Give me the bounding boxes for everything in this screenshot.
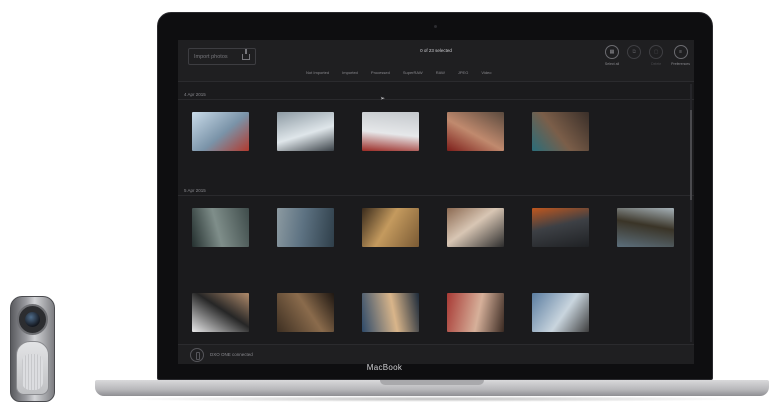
- photo-thumbnail-person-closeup[interactable]: [532, 112, 589, 151]
- date-header-1: 4 Apr 2015: [178, 90, 694, 100]
- dxo-one-camera: [10, 296, 55, 402]
- filter-raw[interactable]: RAW: [436, 70, 445, 75]
- laptop-model-label: MacBook: [366, 363, 403, 372]
- trash-icon: ▢: [649, 45, 664, 59]
- camera-lens: [25, 312, 40, 327]
- photo-thumbnail-golden-dunes[interactable]: [362, 208, 419, 247]
- connection-status-text: DXO ONE connected: [210, 352, 253, 357]
- photo-thumbnail-man-on-beach[interactable]: [532, 293, 589, 332]
- laptop-shadow: [110, 396, 754, 402]
- filter-video[interactable]: Video: [481, 70, 491, 75]
- filter-tabs: Not Imported Imported Processed SuperRAW…: [306, 70, 492, 75]
- toolbar: Import photos 0 of 23 selected Not Impor…: [178, 40, 694, 82]
- photo-thumbnail-bearded-climber-portrait[interactable]: [447, 112, 504, 151]
- mouse-cursor-icon: ➢: [380, 96, 386, 102]
- import-photos-label: Import photos: [194, 53, 228, 60]
- photo-thumbnail-pier-at-sunset[interactable]: [362, 293, 419, 332]
- camera-connection-icon: [190, 348, 204, 362]
- app-screen: Import photos 0 of 23 selected Not Impor…: [178, 40, 694, 364]
- photo-thumbnail-aerial-lava[interactable]: [532, 208, 589, 247]
- photo-thumbnail-jumping-in-snow[interactable]: [362, 112, 419, 151]
- stage: Import photos 0 of 23 selected Not Impor…: [0, 0, 769, 403]
- toolbar-actions: ▦ Select all ⧉ ▢ Delete ≡ Preferences: [605, 45, 690, 66]
- status-bar: DXO ONE connected: [178, 344, 694, 364]
- photo-thumbnail-glacier-landscape[interactable]: [277, 112, 334, 151]
- photo-thumbnail-couple-portrait[interactable]: [192, 293, 249, 332]
- photo-thumbnail-people-in-room[interactable]: [277, 293, 334, 332]
- copy-icon: ⧉: [627, 45, 642, 59]
- photo-thumbnail-old-man-portrait[interactable]: [447, 208, 504, 247]
- laptop-lid: Import photos 0 of 23 selected Not Impor…: [157, 12, 713, 380]
- photo-thumbnail-hiker-on-rocks[interactable]: [617, 208, 674, 247]
- filter-superraw[interactable]: SuperRAW: [403, 70, 423, 75]
- laptop-notch: [380, 380, 484, 385]
- camera-lens-ring: [17, 304, 48, 335]
- photo-thumbnail-rocks-and-sea[interactable]: [277, 208, 334, 247]
- select-all-label: Select all: [604, 62, 620, 66]
- webcam-dot: [434, 25, 437, 28]
- grid-icon: ▦: [605, 45, 620, 59]
- laptop-base: [95, 380, 769, 396]
- copy-action-button[interactable]: ⧉: [627, 45, 642, 66]
- filter-processed[interactable]: Processed: [371, 70, 390, 75]
- delete-button[interactable]: ▢ Delete: [649, 45, 664, 66]
- filter-imported[interactable]: Imported: [342, 70, 358, 75]
- import-tray-icon: [242, 48, 250, 60]
- photo-thumbnail-coastal-hills[interactable]: [192, 208, 249, 247]
- sliders-icon: ≡: [673, 45, 688, 59]
- preferences-label: Preferences: [671, 62, 690, 66]
- filter-not-imported[interactable]: Not Imported: [306, 70, 329, 75]
- date-header-2: 5 Apr 2015: [178, 186, 694, 196]
- photo-thumbnail-woman-portrait[interactable]: [447, 293, 504, 332]
- photo-thumbnail-mountaineer-in-snow[interactable]: [192, 112, 249, 151]
- select-all-button[interactable]: ▦ Select all: [605, 45, 619, 66]
- scrollbar-thumb[interactable]: [690, 110, 692, 200]
- camera-grip: [22, 354, 43, 390]
- preferences-button[interactable]: ≡ Preferences: [671, 45, 690, 66]
- delete-label: Delete: [651, 62, 662, 66]
- filter-jpeg[interactable]: JPEG: [458, 70, 468, 75]
